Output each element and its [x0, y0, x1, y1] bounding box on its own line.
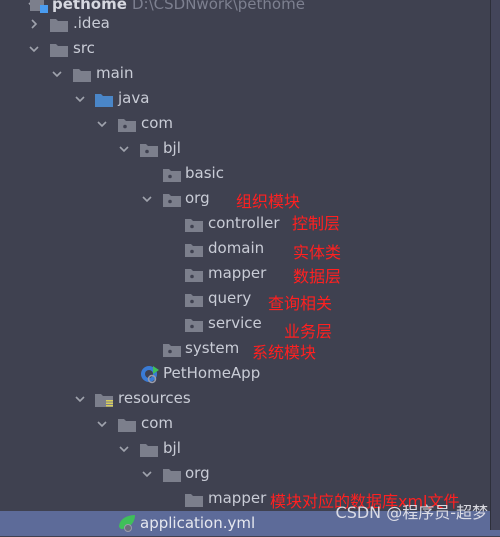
folder-icon — [118, 417, 136, 432]
package-icon — [185, 267, 203, 282]
package-icon — [118, 117, 136, 132]
tree-label: PetHomeApp — [163, 364, 261, 382]
package-icon — [185, 217, 203, 232]
annotation-system: 系统模块 — [252, 343, 317, 362]
package-icon — [163, 167, 181, 182]
tree-row-mapper[interactable]: mapper — [0, 261, 490, 286]
annotation-org: 组织模块 — [236, 192, 301, 211]
tree-row-query[interactable]: query — [0, 286, 490, 311]
tree-row-idea[interactable]: .idea — [0, 11, 490, 36]
package-icon — [163, 192, 181, 207]
tree-label: main — [96, 64, 134, 82]
folder-icon — [140, 442, 158, 457]
spring-boot-app-icon — [140, 364, 160, 384]
tree-label: com — [141, 114, 174, 132]
tree-row-service[interactable]: service — [0, 311, 490, 336]
tree-label: java — [118, 89, 150, 107]
tree-label: domain — [208, 239, 265, 257]
tree-label: bjl — [163, 439, 181, 457]
annotation-query: 查询相关 — [268, 294, 333, 313]
tree-label: resources — [118, 389, 191, 407]
folder-icon — [185, 492, 203, 507]
watermark: CSDN @程序员-超梦 — [335, 503, 488, 522]
tree-label: com — [141, 414, 174, 432]
annotation-controller: 控制层 — [292, 214, 341, 233]
package-icon — [140, 142, 158, 157]
tree-label: mapper — [208, 489, 267, 507]
folder-icon — [50, 42, 68, 57]
panel-divider[interactable] — [490, 0, 500, 530]
module-icon — [30, 0, 48, 13]
tree-row-resources[interactable]: resources — [0, 386, 490, 411]
chevron-down-icon[interactable] — [27, 42, 41, 56]
tree-row-resources-org[interactable]: org — [0, 461, 490, 486]
tree-row-resources-com[interactable]: com — [0, 411, 490, 436]
tree-row-com[interactable]: com — [0, 111, 490, 136]
chevron-down-icon[interactable] — [73, 92, 87, 106]
package-icon — [185, 292, 203, 307]
chevron-down-icon[interactable] — [73, 392, 87, 406]
tree-row-controller[interactable]: controller — [0, 211, 490, 236]
tree-row-java[interactable]: java — [0, 86, 490, 111]
tree-label: controller — [208, 214, 280, 232]
package-icon — [185, 317, 203, 332]
tree-row-main[interactable]: main — [0, 61, 490, 86]
tree-label: org — [185, 464, 210, 482]
tree-row-bjl[interactable]: bjl — [0, 136, 490, 161]
chevron-down-icon[interactable] — [117, 442, 131, 456]
tree-label: query — [208, 289, 252, 307]
source-folder-icon — [95, 92, 113, 107]
chevron-down-icon[interactable] — [95, 117, 109, 131]
chevron-down-icon[interactable] — [117, 142, 131, 156]
project-tree-panel: pethome D:\CSDNwork\pethome .idea src ma… — [0, 0, 500, 536]
folder-icon — [163, 467, 181, 482]
chevron-down-icon[interactable] — [140, 467, 154, 481]
tree-label: org — [185, 189, 210, 207]
package-icon — [185, 242, 203, 257]
package-icon — [163, 342, 181, 357]
tree-row-basic[interactable]: basic — [0, 161, 490, 186]
tree-label: basic — [185, 164, 224, 182]
chevron-down-icon[interactable] — [95, 417, 109, 431]
tree-label: application.yml — [140, 514, 256, 532]
annotation-mapper: 数据层 — [293, 267, 342, 286]
tree-row-pethomeapp[interactable]: PetHomeApp — [0, 361, 490, 386]
chevron-down-icon[interactable] — [140, 192, 154, 206]
tree-label: mapper — [208, 264, 267, 282]
tree-row-src[interactable]: src — [0, 36, 490, 61]
tree-label: src — [73, 39, 95, 57]
chevron-down-icon[interactable] — [50, 67, 64, 81]
tree-row-resources-bjl[interactable]: bjl — [0, 436, 490, 461]
tree-row-domain[interactable]: domain — [0, 236, 490, 261]
folder-icon — [73, 67, 91, 82]
chevron-right-icon[interactable] — [27, 17, 41, 31]
resources-folder-icon — [95, 392, 113, 407]
annotation-domain: 实体类 — [293, 243, 342, 262]
spring-yml-icon — [117, 513, 137, 533]
tree-row-system[interactable]: system — [0, 336, 490, 361]
tree-label: bjl — [163, 139, 181, 157]
tree-label: system — [185, 339, 240, 357]
folder-icon — [50, 17, 68, 32]
tree-label: service — [208, 314, 262, 332]
tree-label: .idea — [73, 14, 110, 32]
